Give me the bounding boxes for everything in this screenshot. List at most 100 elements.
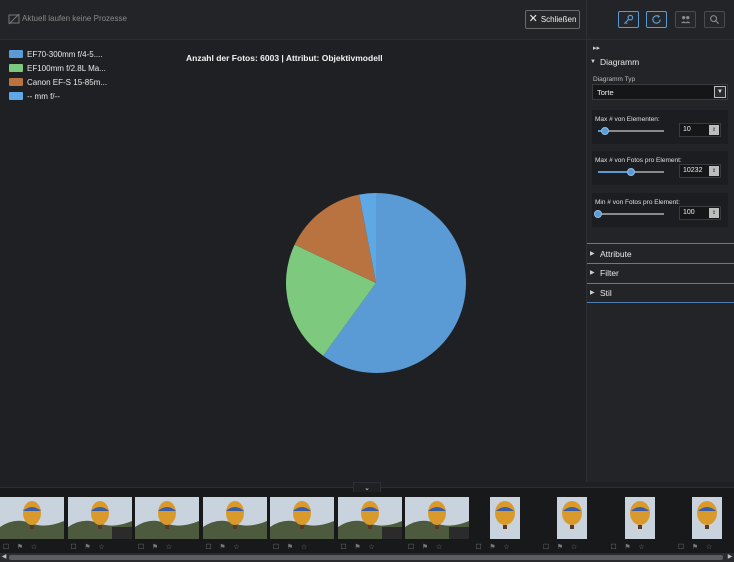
legend-item[interactable]: EF100mm f/2.8L Ma...	[9, 61, 107, 75]
flag-icon[interactable]: ⚑	[691, 544, 699, 552]
photo-thumbnail[interactable]	[67, 497, 132, 539]
select-icon[interactable]: ☐	[137, 544, 145, 552]
zoom-button[interactable]	[704, 11, 725, 28]
section-diagram[interactable]: ▼ Diagramm	[587, 52, 734, 71]
filmstrip-thumbnail[interactable]: ☐ ⚑ ☆	[473, 488, 541, 555]
max-photos-input[interactable]: 10232 ⇕	[679, 164, 721, 178]
thumbnail-actions: ☐ ⚑ ☆	[2, 543, 66, 553]
photo-thumbnail[interactable]	[624, 497, 655, 539]
thumbnail-actions: ☐ ⚑ ☆	[475, 543, 539, 553]
section-style-label: Stil	[600, 287, 612, 298]
select-icon[interactable]: ☐	[340, 544, 348, 552]
select-icon[interactable]: ☐	[610, 544, 618, 552]
filmstrip-thumbnail[interactable]: ☐ ⚑ ☆	[405, 488, 473, 555]
slider-thumb[interactable]	[600, 127, 609, 135]
filmstrip-thumbnail[interactable]: ☐ ⚑ ☆	[67, 488, 136, 555]
photo-thumbnail[interactable]	[135, 497, 199, 539]
select-icon[interactable]: ☐	[70, 544, 78, 552]
star-icon[interactable]: ☆	[503, 544, 511, 552]
section-style[interactable]: ▶ Stil	[587, 283, 734, 302]
select-icon[interactable]: ☐	[2, 544, 10, 552]
scrollbar-thumb[interactable]	[9, 555, 723, 560]
flag-icon[interactable]: ⚑	[286, 544, 294, 552]
diagram-type-select[interactable]: Torte ▼	[592, 84, 728, 100]
flag-icon[interactable]: ⚑	[421, 544, 429, 552]
collapse-panel-icon[interactable]: ▸▸	[593, 44, 600, 52]
flag-icon[interactable]: ⚑	[84, 544, 92, 552]
max-photos-slider[interactable]	[598, 168, 664, 176]
photo-thumbnail[interactable]	[557, 497, 587, 539]
photo-thumbnail[interactable]	[405, 497, 469, 539]
star-icon[interactable]: ☆	[705, 544, 713, 552]
filmstrip-scrollbar[interactable]: ◀ ▶	[0, 553, 734, 562]
photo-thumbnail[interactable]	[692, 497, 722, 539]
thumbnail-actions: ☐ ⚑ ☆	[407, 543, 471, 553]
filmstrip-thumbnail[interactable]: ☐ ⚑ ☆	[540, 488, 608, 555]
filmstrip-thumbnail[interactable]: ☐ ⚑ ☆	[0, 488, 68, 555]
key-button[interactable]	[618, 11, 639, 28]
balloon-photo	[489, 497, 520, 539]
filmstrip-thumbnail[interactable]: ☐ ⚑ ☆	[608, 488, 676, 555]
select-icon[interactable]: ☐	[677, 544, 685, 552]
flag-icon[interactable]: ⚑	[219, 544, 227, 552]
chevron-down-icon: ⌄	[364, 484, 370, 492]
panel-toolbar	[587, 0, 734, 40]
min-photos-input[interactable]: 100 ⇕	[679, 206, 721, 220]
star-icon[interactable]: ☆	[30, 544, 38, 552]
flag-icon[interactable]: ⚑	[489, 544, 497, 552]
legend-item[interactable]: Canon EF-S 15-85m...	[9, 75, 107, 89]
filmstrip-thumbnail[interactable]: ☐ ⚑ ☆	[675, 488, 734, 555]
photo-thumbnail[interactable]	[270, 497, 334, 539]
spinner-icon[interactable]: ⇕	[709, 125, 719, 135]
star-icon[interactable]: ☆	[435, 544, 443, 552]
max-elements-input[interactable]: 10 ⇕	[679, 123, 721, 137]
star-icon[interactable]: ☆	[368, 544, 376, 552]
photo-thumbnail[interactable]	[0, 497, 64, 539]
flag-icon[interactable]: ⚑	[16, 544, 24, 552]
slider-thumb[interactable]	[627, 168, 635, 176]
filmstrip-thumbnail[interactable]: ☐ ⚑ ☆	[202, 488, 271, 555]
scroll-right-icon[interactable]: ▶	[726, 553, 734, 562]
star-icon[interactable]: ☆	[300, 544, 308, 552]
section-attribute-label: Attribute	[600, 248, 632, 259]
slider-thumb[interactable]	[594, 210, 602, 218]
select-icon[interactable]: ☐	[407, 544, 415, 552]
star-icon[interactable]: ☆	[638, 544, 646, 552]
flag-icon[interactable]: ⚑	[556, 544, 564, 552]
spinner-icon[interactable]: ⇕	[709, 208, 719, 218]
legend-swatch	[9, 50, 23, 58]
legend-item[interactable]: -- mm f/--	[9, 89, 107, 103]
select-icon[interactable]: ☐	[475, 544, 483, 552]
star-icon[interactable]: ☆	[233, 544, 241, 552]
scroll-left-icon[interactable]: ◀	[0, 553, 8, 562]
legend-label: -- mm f/--	[27, 91, 60, 101]
filmstrip-toggle[interactable]: ⌄	[353, 482, 381, 492]
min-photos-slider[interactable]	[594, 210, 664, 218]
flag-icon[interactable]: ⚑	[354, 544, 362, 552]
flag-icon[interactable]: ⚑	[624, 544, 632, 552]
star-icon[interactable]: ☆	[570, 544, 578, 552]
flag-icon[interactable]: ⚑	[151, 544, 159, 552]
photo-thumbnail[interactable]	[202, 497, 267, 539]
filmstrip-thumbnail[interactable]: ☐ ⚑ ☆	[337, 488, 406, 555]
star-icon[interactable]: ☆	[98, 544, 106, 552]
legend-swatch	[9, 78, 23, 86]
legend-item[interactable]: EF70-300mm f/4-5....	[9, 47, 107, 61]
select-icon[interactable]: ☐	[205, 544, 213, 552]
photo-thumbnail[interactable]	[337, 497, 402, 539]
min-photos-control: Min # von Fotos pro Element: 100 ⇕	[592, 193, 728, 227]
select-icon[interactable]: ☐	[542, 544, 550, 552]
photo-thumbnail[interactable]	[489, 497, 520, 539]
people-button[interactable]	[675, 11, 696, 28]
max-photos-value: 10232	[683, 167, 703, 174]
section-filter[interactable]: ▶ Filter	[587, 263, 734, 282]
close-button[interactable]: ✕ Schließen	[525, 10, 580, 29]
section-attribute[interactable]: ▶ Attribute	[587, 244, 734, 263]
max-elements-slider[interactable]	[598, 127, 664, 135]
star-icon[interactable]: ☆	[165, 544, 173, 552]
filmstrip-thumbnail[interactable]: ☐ ⚑ ☆	[135, 488, 203, 555]
spinner-icon[interactable]: ⇕	[709, 166, 719, 176]
select-icon[interactable]: ☐	[272, 544, 280, 552]
filmstrip-thumbnail[interactable]: ☐ ⚑ ☆	[270, 488, 338, 555]
refresh-button[interactable]	[646, 11, 667, 28]
